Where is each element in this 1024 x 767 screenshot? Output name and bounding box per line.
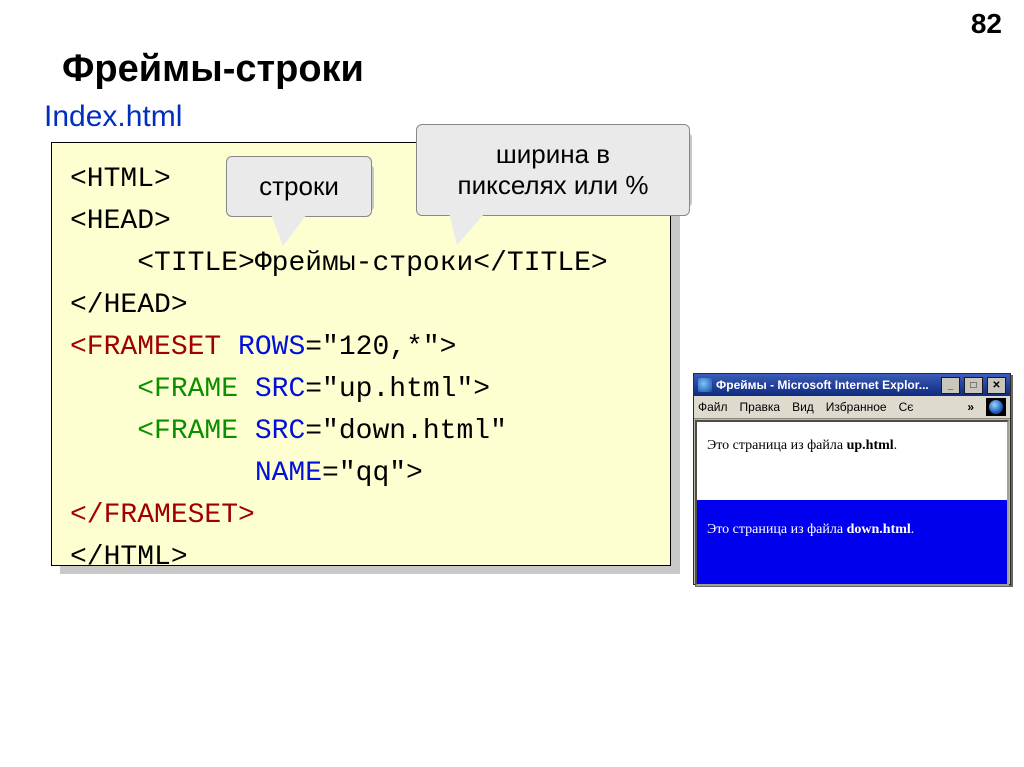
menu-favorites[interactable]: Избранное	[826, 400, 887, 414]
menu-edit[interactable]: Правка	[740, 400, 781, 414]
code-text: ="down.html"	[305, 416, 507, 447]
minimize-button[interactable]: _	[941, 377, 960, 394]
code-text: <FRAMESET	[70, 332, 221, 363]
page-number: 82	[971, 8, 1002, 40]
menu-view[interactable]: Вид	[792, 400, 814, 414]
frame-down-text2: .	[911, 522, 915, 537]
frame-down: Это страница из файла down.html.	[697, 500, 1007, 584]
code-text: <FRAME	[70, 374, 238, 405]
code-text: </HTML>	[70, 542, 188, 573]
code-text: <HEAD>	[70, 206, 171, 237]
menu-overflow-icon[interactable]: »	[967, 400, 974, 414]
code-text: <TITLE>	[70, 248, 255, 279]
code-text: ROWS	[221, 332, 305, 363]
frame-down-text: Это страница из файла	[707, 522, 847, 537]
callout-text: ширина в пикселях или %	[458, 139, 649, 200]
frame-up-text2: .	[894, 438, 898, 453]
ie-icon	[698, 378, 712, 392]
code-text: SRC	[238, 374, 305, 405]
code-text: </HEAD>	[70, 290, 188, 321]
browser-viewport: Это страница из файла up.html. Это стран…	[695, 420, 1009, 586]
window-title: Фреймы - Microsoft Internet Explor...	[716, 378, 929, 392]
code-text: NAME	[70, 458, 322, 489]
code-text: SRC	[238, 416, 305, 447]
code-text: </TITLE>	[473, 248, 607, 279]
filename-label: Index.html	[44, 100, 182, 134]
menu-file[interactable]: Файл	[698, 400, 728, 414]
code-text: ="120,*">	[305, 332, 456, 363]
callout-text: строки	[259, 171, 339, 201]
maximize-button[interactable]: □	[964, 377, 983, 394]
callout-width: ширина в пикселях или %	[416, 124, 690, 216]
browser-menubar: Файл Правка Вид Избранное Сє »	[694, 396, 1010, 419]
frame-up-text: Это страница из файла	[707, 438, 847, 453]
code-text: <FRAME	[70, 416, 238, 447]
code-text: ="up.html">	[305, 374, 490, 405]
slide-title: Фреймы-строки	[62, 48, 364, 91]
callout-rows: строки	[226, 156, 372, 217]
frame-up-bold: up.html	[847, 438, 894, 453]
menu-more[interactable]: Сє	[899, 400, 914, 414]
code-text: ="qq">	[322, 458, 423, 489]
frame-up: Это страница из файла up.html.	[697, 422, 1007, 500]
browser-titlebar: Фреймы - Microsoft Internet Explor... _ …	[694, 374, 1010, 396]
close-button[interactable]: ✕	[987, 377, 1006, 394]
code-text: </FRAMESET>	[70, 500, 255, 531]
throbber-icon	[986, 398, 1006, 416]
browser-window: Фреймы - Microsoft Internet Explor... _ …	[693, 373, 1011, 585]
code-text: Фреймы-строки	[255, 248, 473, 279]
frame-down-bold: down.html	[847, 522, 911, 537]
code-text: <HTML>	[70, 164, 171, 195]
